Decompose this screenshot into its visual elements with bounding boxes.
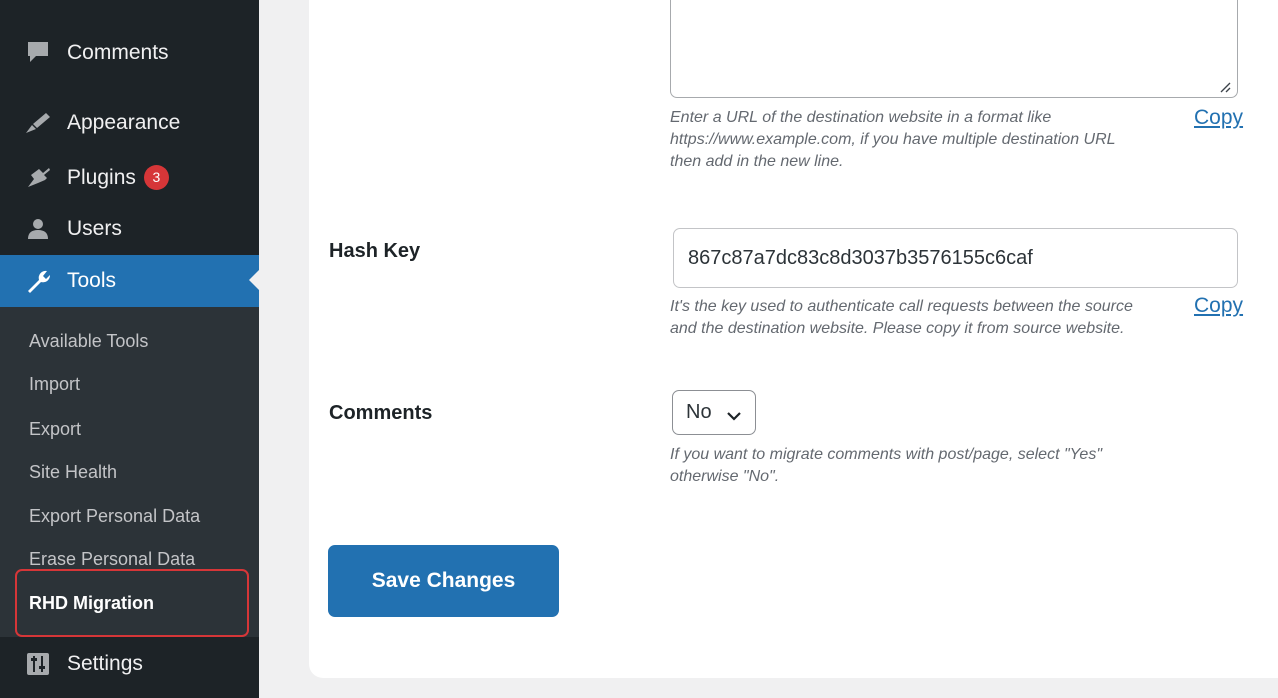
submenu-item-site-health[interactable]: Site Health bbox=[29, 462, 117, 483]
menu-item-settings[interactable]: Settings bbox=[0, 639, 259, 689]
comments-select-value: No bbox=[686, 401, 712, 423]
description-line: otherwise "No". bbox=[670, 468, 780, 485]
paintbrush-icon bbox=[24, 109, 52, 137]
sliders-icon bbox=[24, 650, 52, 678]
copy-url-link[interactable]: Copy bbox=[1194, 106, 1243, 130]
plug-icon bbox=[24, 163, 52, 191]
menu-label: Settings bbox=[67, 652, 143, 675]
comments-select[interactable]: No bbox=[672, 390, 756, 435]
menu-item-comments[interactable]: Comments bbox=[0, 28, 259, 78]
plugins-update-badge: 3 bbox=[143, 164, 169, 190]
comments-description: If you want to migrate comments with pos… bbox=[670, 444, 1190, 488]
chevron-down-icon bbox=[726, 405, 742, 428]
resize-grip-icon[interactable] bbox=[1219, 80, 1231, 93]
hash-key-input[interactable]: 867c87a7dc83c8d3037b3576155c6caf bbox=[673, 228, 1238, 288]
menu-label: Users bbox=[67, 217, 122, 240]
admin-sidebar: Comments Appearance Plugins 3 Users Tools… bbox=[0, 0, 259, 698]
user-icon bbox=[24, 215, 52, 243]
submenu-item-erase-personal-data[interactable]: Erase Personal Data bbox=[29, 549, 195, 570]
copy-hash-key-link[interactable]: Copy bbox=[1194, 294, 1243, 318]
submenu-item-export[interactable]: Export bbox=[29, 419, 81, 440]
highlight-annotation-box bbox=[15, 569, 249, 637]
description-line: and the destination website. Please copy… bbox=[670, 320, 1125, 337]
description-line: If you want to migrate comments with pos… bbox=[670, 446, 1103, 463]
menu-label: Comments bbox=[67, 41, 169, 64]
menu-item-appearance[interactable]: Appearance bbox=[0, 98, 259, 148]
menu-item-tools[interactable]: Tools bbox=[0, 255, 259, 307]
hash-key-description: It's the key used to authenticate call r… bbox=[670, 296, 1190, 340]
menu-label: Appearance bbox=[67, 111, 181, 134]
description-line: then add in the new line. bbox=[670, 153, 844, 170]
menu-item-plugins[interactable]: Plugins 3 bbox=[0, 152, 259, 202]
wrench-icon bbox=[24, 267, 52, 295]
submenu-item-import[interactable]: Import bbox=[29, 374, 80, 395]
destination-url-textarea[interactable] bbox=[670, 0, 1238, 98]
url-description: Enter a URL of the destination website i… bbox=[670, 107, 1190, 173]
comments-label: Comments bbox=[329, 402, 433, 424]
menu-label: Tools bbox=[67, 269, 117, 292]
submenu-item-export-personal-data[interactable]: Export Personal Data bbox=[29, 506, 200, 527]
menu-item-users[interactable]: Users bbox=[0, 204, 259, 254]
menu-label: Plugins 3 bbox=[67, 164, 169, 190]
description-line: https://www.example.com, if you have mul… bbox=[670, 131, 1116, 148]
hash-key-label: Hash Key bbox=[329, 240, 421, 262]
comment-bubble-icon bbox=[24, 39, 52, 67]
save-changes-button[interactable]: Save Changes bbox=[328, 545, 559, 617]
description-line: It's the key used to authenticate call r… bbox=[670, 298, 1133, 315]
submenu-item-available-tools[interactable]: Available Tools bbox=[29, 331, 148, 352]
description-line: Enter a URL of the destination website i… bbox=[670, 109, 1052, 126]
